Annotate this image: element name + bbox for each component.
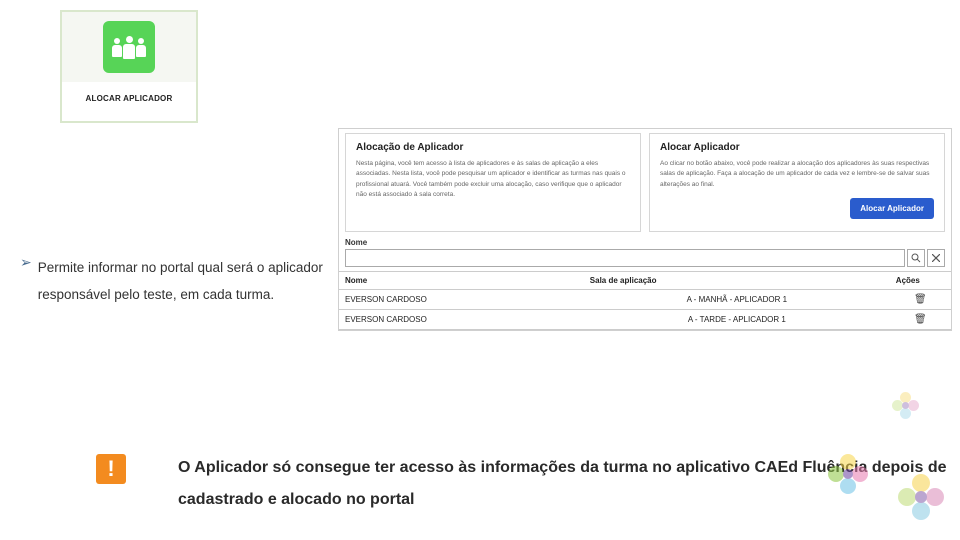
- filter-row: Nome: [339, 236, 951, 271]
- people-group-icon: [103, 21, 155, 73]
- bullet-text: Permite informar no portal qual será o a…: [38, 254, 360, 308]
- search-icon[interactable]: [907, 249, 925, 267]
- pane-alocar-action: Alocar Aplicador Ao clicar no botão abai…: [649, 133, 945, 232]
- delete-icon[interactable]: 🗑: [914, 294, 927, 305]
- pane-right-title: Alocar Aplicador: [660, 142, 934, 153]
- cell-nome: EVERSON CARDOSO: [339, 310, 584, 330]
- flower-decoration-icon: [892, 392, 920, 420]
- table-row: EVERSON CARDOSO A - MANHÃ - APLICADOR 1 …: [339, 290, 951, 310]
- card-icon-zone: [62, 12, 196, 82]
- alocar-aplicador-button[interactable]: Alocar Aplicador: [850, 198, 934, 219]
- clear-icon[interactable]: [927, 249, 945, 267]
- flower-decoration-icon: [828, 454, 868, 494]
- pane-left-text: Nesta página, você tem acesso à lista de…: [356, 159, 630, 201]
- filter-label: Nome: [345, 238, 945, 247]
- card-label: ALOCAR APLICADOR: [62, 82, 196, 121]
- bullet-area: ➢ Permite informar no portal qual será o…: [20, 254, 360, 308]
- card-alocar-aplicador[interactable]: ALOCAR APLICADOR: [60, 10, 198, 123]
- th-sala: Sala de aplicação: [584, 272, 890, 290]
- cell-sala: A - MANHÃ - APLICADOR 1: [584, 290, 890, 310]
- pane-right-text: Ao clicar no botão abaixo, você pode rea…: [660, 159, 934, 190]
- pane-left-title: Alocação de Aplicador: [356, 142, 630, 153]
- cell-sala: A - TARDE - APLICADOR 1: [584, 310, 890, 330]
- th-nome: Nome: [339, 272, 584, 290]
- table-row: EVERSON CARDOSO A - TARDE - APLICADOR 1 …: [339, 310, 951, 330]
- delete-icon[interactable]: 🗑: [914, 314, 927, 325]
- chevron-right-icon: ➢: [20, 254, 32, 271]
- th-acoes: Ações: [890, 272, 951, 290]
- filter-name-input[interactable]: [345, 249, 905, 267]
- pane-alocacao-info: Alocação de Aplicador Nesta página, você…: [345, 133, 641, 232]
- cell-nome: EVERSON CARDOSO: [339, 290, 584, 310]
- flower-decoration-icon: [898, 474, 944, 520]
- warning-badge: !: [96, 454, 126, 484]
- panel-alocacao: Alocação de Aplicador Nesta página, você…: [338, 128, 952, 331]
- table-header-row: Nome Sala de aplicação Ações: [339, 272, 951, 290]
- cell-acoes: 🗑: [890, 310, 951, 330]
- aplicadores-table: Nome Sala de aplicação Ações EVERSON CAR…: [339, 271, 951, 330]
- cell-acoes: 🗑: [890, 290, 951, 310]
